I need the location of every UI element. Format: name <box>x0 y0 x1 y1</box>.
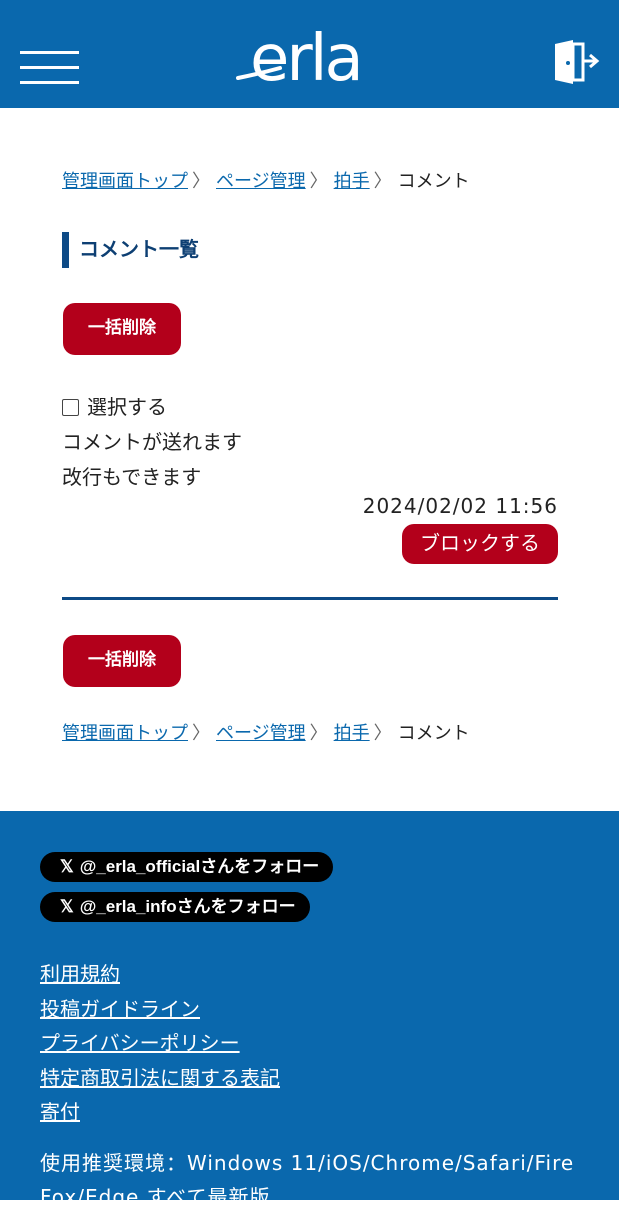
breadcrumb-separator: 〉 <box>192 723 210 744</box>
follow-official-button[interactable]: 𝕏 @_erla_officialさんをフォロー <box>40 852 334 882</box>
select-checkbox[interactable] <box>62 399 79 416</box>
select-label: 選択する <box>87 395 167 419</box>
breadcrumb-separator: 〉 <box>192 171 210 192</box>
breadcrumb-link-clap[interactable]: 拍手 <box>334 171 370 192</box>
breadcrumb-link-page-management[interactable]: ページ管理 <box>216 723 306 744</box>
comment-timestamp: 2024/02/02 11:56 <box>362 494 558 518</box>
breadcrumb-bottom: 管理画面トップ〉ページ管理〉拍手〉コメント <box>62 722 470 746</box>
follow-info-button[interactable]: 𝕏 @_erla_infoさんをフォロー <box>40 892 310 922</box>
comment-item: 選択する コメントが送れます 改行もできます <box>62 390 558 495</box>
comment-line: コメントが送れます <box>62 430 242 454</box>
breadcrumb-separator: 〉 <box>309 723 328 744</box>
divider <box>62 597 558 600</box>
breadcrumb-current: コメント <box>397 171 470 192</box>
hamburger-menu-icon[interactable] <box>20 51 79 87</box>
logout-icon[interactable] <box>553 40 601 84</box>
footer-link-privacy[interactable]: プライバシーポリシー <box>40 1026 280 1061</box>
breadcrumb-separator: 〉 <box>373 171 392 192</box>
bulk-delete-button[interactable]: 一括削除 <box>63 303 181 355</box>
breadcrumb-top: 管理画面トップ〉ページ管理〉拍手〉コメント <box>62 170 470 194</box>
recommended-environment: 使用推奨環境：Windows 11/iOS/Chrome/Safari/Fire… <box>40 1151 575 1209</box>
block-button[interactable]: ブロックする <box>402 524 558 564</box>
footer-link-terms[interactable]: 利用規約 <box>40 957 280 992</box>
footer-links: 利用規約 投稿ガイドライン プライバシーポリシー 特定商取引法に関する表記 寄付 <box>40 957 280 1130</box>
breadcrumb-link-admin-top[interactable]: 管理画面トップ <box>62 723 188 744</box>
footer-link-guidelines[interactable]: 投稿ガイドライン <box>40 992 280 1027</box>
footer-link-donate[interactable]: 寄付 <box>40 1095 280 1130</box>
site-footer: 𝕏 @_erla_officialさんをフォロー 𝕏 @_erla_infoさんをフ… <box>0 811 619 1209</box>
page-title: コメント一覧 <box>62 232 199 268</box>
breadcrumb-link-page-management[interactable]: ページ管理 <box>216 171 306 192</box>
breadcrumb-link-clap[interactable]: 拍手 <box>334 723 370 744</box>
follow-label: @_erla_officialさんをフォロー <box>79 857 320 876</box>
breadcrumb-separator: 〉 <box>309 171 328 192</box>
follow-label: @_erla_infoさんをフォロー <box>79 897 296 916</box>
x-logo-icon: 𝕏 <box>60 857 74 876</box>
svg-text:erla: erla <box>250 22 361 88</box>
app-header: erla <box>0 0 619 108</box>
breadcrumb-separator: 〉 <box>373 723 392 744</box>
x-logo-icon: 𝕏 <box>60 897 74 916</box>
footer-link-commerce-law[interactable]: 特定商取引法に関する表記 <box>40 1061 280 1096</box>
bulk-delete-button-bottom[interactable]: 一括削除 <box>63 635 181 687</box>
select-checkbox-label[interactable]: 選択する <box>62 390 558 425</box>
breadcrumb-current: コメント <box>397 723 470 744</box>
erla-logo[interactable]: erla <box>236 18 386 88</box>
comment-line: 改行もできます <box>62 465 202 489</box>
breadcrumb-link-admin-top[interactable]: 管理画面トップ <box>62 171 188 192</box>
